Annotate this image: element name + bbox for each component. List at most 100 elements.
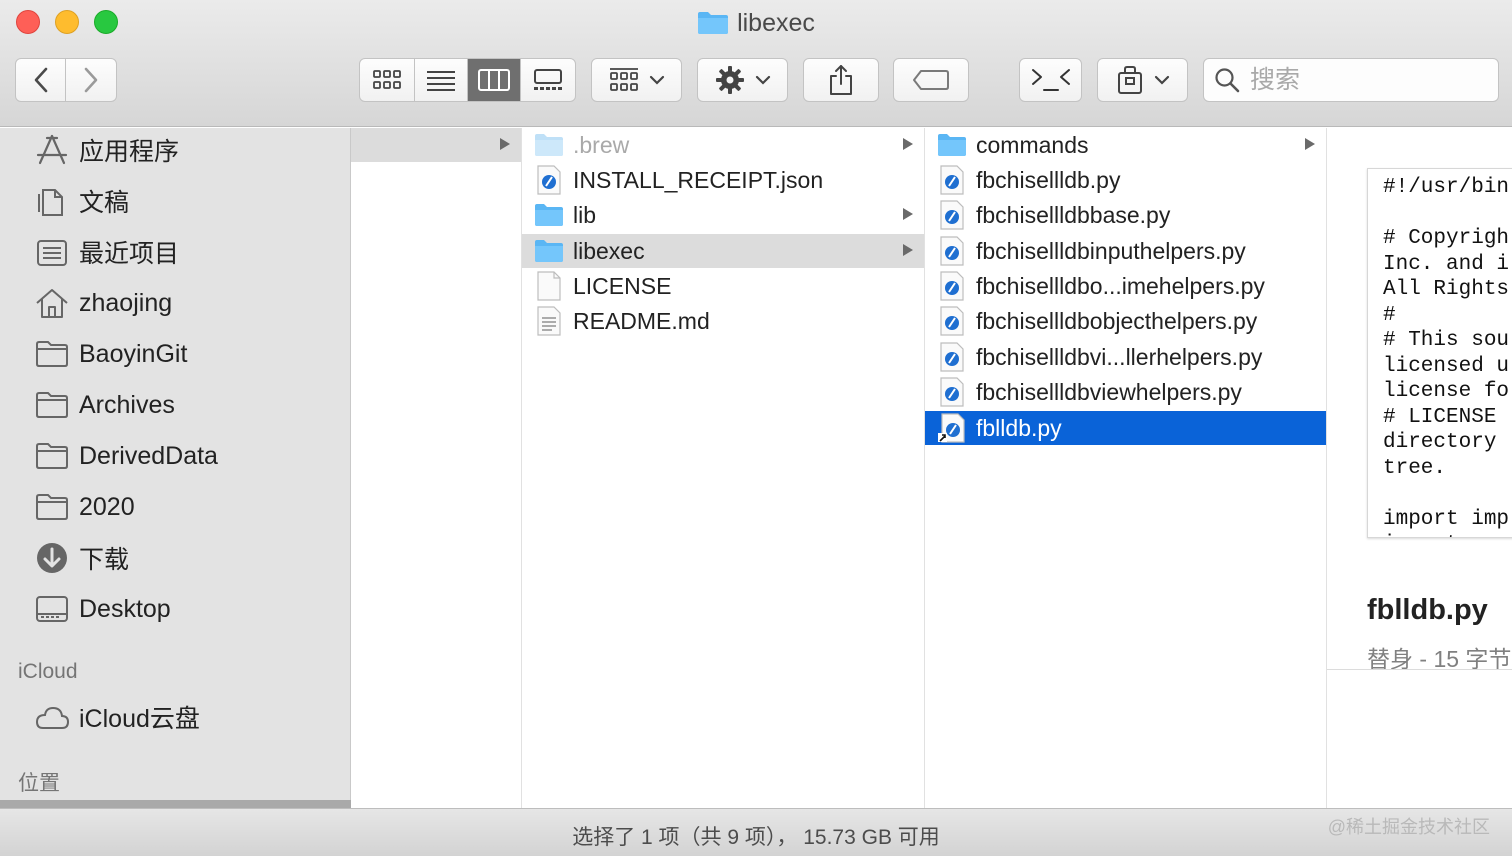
chevron-down-icon [755,75,770,85]
chevron-down-icon [1154,75,1169,85]
sidebar-item-label: 应用程序 [79,138,180,166]
view-mode-control [359,58,576,102]
cloud-icon [34,700,70,734]
list-item[interactable]: fbchisellldbinputhelpers.py [925,234,1326,268]
action-menu-button[interactable] [697,58,788,102]
sidebar-item-applications[interactable]: 应用程序 [34,130,179,170]
gallery-icon [533,69,562,90]
python-file-icon [937,200,967,230]
group-grid-icon [609,68,638,91]
disclosure-arrow-icon [1305,138,1315,150]
grid-icon [372,70,401,89]
file-name: libexec [573,237,645,264]
list-item[interactable]: INSTALL_RECEIPT.json [522,163,924,197]
sidebar-item-label: 下载 [79,546,130,574]
chevron-right-icon [84,67,98,93]
list-item[interactable]: README.md [522,304,924,338]
search-icon [1215,68,1240,93]
column-view-button[interactable] [468,59,521,101]
sidebar-item-label: iCloud云盘 [79,705,200,733]
sidebar-item-documents[interactable]: 文稿 [34,181,129,221]
script-file-icon [534,165,564,195]
list-icon [426,71,455,91]
code-preview: #!/usr/bin # Copyrigh Inc. and i All Rig… [1367,168,1512,538]
status-text: 选择了 1 项（共 9 项）， 15.73 GB 可用 [572,826,940,849]
search-input[interactable] [1250,65,1490,95]
sidebar-item-label: 最近项目 [79,240,180,268]
list-item-selected[interactable]: fblldb.py [925,411,1326,445]
sidebar-item-archives[interactable]: Archives [34,385,175,425]
edit-tags-button[interactable] [893,58,969,102]
finder-window: libexec 搜索 应用程序 文稿 最近项目 zhaojing BaoyinG… [0,0,1512,856]
forward-button[interactable] [66,59,116,101]
sidebar-item-recents[interactable]: 最近项目 [34,232,179,272]
list-item[interactable]: fbchisellldbbase.py [925,198,1326,232]
file-name: fbchisellldbvi...llerhelpers.py [976,343,1263,370]
list-item[interactable]: lib [522,198,924,232]
gallery-view-button[interactable] [521,59,575,101]
file-name: fbchisellldbobjecthelpers.py [976,307,1258,334]
sidebar-scrollbar[interactable] [0,800,351,808]
list-item[interactable]: fbchisellldbobjecthelpers.py [925,304,1326,338]
chevron-left-icon [34,67,47,93]
sidebar-section-locations: 位置 [18,772,60,795]
file-name: lib [573,201,597,228]
sidebar-item-deriveddata[interactable]: DerivedData [34,436,218,476]
code-preview-text: #!/usr/bin # Copyrigh Inc. and i All Rig… [1383,176,1510,537]
sidebar-item-2020[interactable]: 2020 [34,487,135,527]
list-item[interactable]: fbchisellldbviewhelpers.py [925,375,1326,409]
python-file-icon [937,165,967,195]
toolbox-icon [1117,66,1142,94]
window-title: libexec [0,6,1512,40]
sidebar-item-label: BaoyinGit [79,339,188,368]
sidebar-item-label: DerivedData [79,441,218,470]
preview-pane: #!/usr/bin # Copyrigh Inc. and i All Rig… [1327,128,1512,808]
list-item[interactable]: LICENSE [522,269,924,303]
group-by-button[interactable] [591,58,682,102]
disclosure-arrow-icon [500,138,510,150]
terminal-icon [1031,69,1070,91]
list-item[interactable] [351,128,521,162]
sidebar-item-label: 2020 [79,492,135,521]
file-name: fbchisellldbinputhelpers.py [976,237,1246,264]
chevron-down-icon [649,75,664,85]
file-name: fbchisellldbbase.py [976,201,1171,228]
share-button[interactable] [803,58,879,102]
search-field[interactable] [1203,58,1499,102]
file-name: README.md [573,307,710,334]
title-toolbar: libexec [0,0,1512,127]
divider [1327,669,1512,670]
disclosure-arrow-icon [903,138,913,150]
icon-view-button[interactable] [360,59,415,101]
file-name: INSTALL_RECEIPT.json [573,166,824,193]
home-icon [34,286,70,320]
sidebar-section-icloud: iCloud [18,660,78,683]
back-button[interactable] [16,59,66,101]
sidebar-item-home[interactable]: zhaojing [34,283,172,323]
file-name: fblldb.py [976,414,1062,441]
folder-icon [34,439,70,473]
extension-menu-button[interactable] [1097,58,1188,102]
list-item[interactable]: fbchisellldbvi...llerhelpers.py [925,340,1326,374]
list-item[interactable]: commands [925,128,1326,162]
sidebar-item-label: Archives [79,390,175,419]
folder-icon [697,10,729,44]
file-name: .brew [573,131,630,158]
sidebar-item-baoyingit[interactable]: BaoyinGit [34,334,187,374]
file-name: fbchisellldbviewhelpers.py [976,378,1242,405]
open-terminal-button[interactable] [1019,58,1082,102]
sidebar-item-label: Desktop [79,594,171,623]
column-3: commands fbchisellldb.py fbchisellldbbas… [925,128,1327,808]
sidebar-item-desktop[interactable]: Desktop [34,589,171,629]
sidebar-item-downloads[interactable]: 下载 [34,538,129,578]
sidebar-item-icloud-drive[interactable]: iCloud云盘 [34,697,200,737]
list-item-selected[interactable]: libexec [522,234,924,268]
list-item[interactable]: fbchisellldb.py [925,163,1326,197]
folder-icon [534,130,564,160]
list-item[interactable]: .brew [522,128,924,162]
list-view-button[interactable] [415,59,468,101]
gear-icon [715,66,744,94]
preview-file-name: fblldb.py [1367,594,1488,626]
python-file-icon [937,236,967,266]
list-item[interactable]: fbchisellldbo...imehelpers.py [925,269,1326,303]
